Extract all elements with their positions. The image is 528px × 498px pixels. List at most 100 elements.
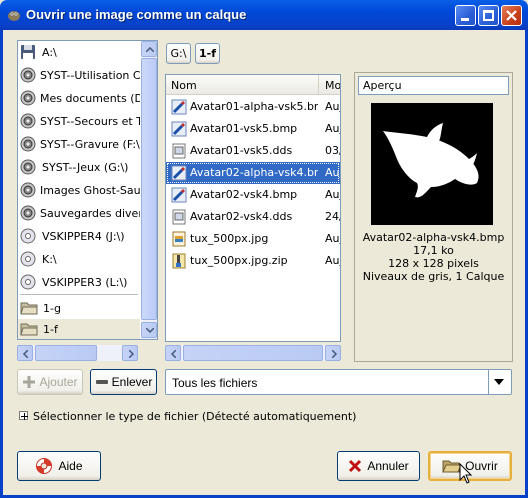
file-modified: Auj — [325, 254, 340, 267]
bookmark-item[interactable]: 1-g — [18, 298, 140, 318]
minimize-button[interactable] — [455, 5, 476, 26]
place-label: SYST--Jeux (G:\) — [42, 160, 129, 174]
file-list-hscrollbar[interactable] — [165, 345, 341, 361]
file-name: Avatar01-alpha-vsk5.bmp — [190, 100, 318, 113]
add-bookmark-button[interactable]: Ajouter — [17, 369, 83, 395]
file-name: tux_500px.jpg.zip — [190, 254, 288, 267]
minus-icon — [95, 380, 108, 384]
place-label: Images Ghost-Sauv — [40, 183, 140, 197]
bookmark-label: 1-g — [43, 301, 61, 315]
scroll-left-button[interactable] — [17, 345, 33, 361]
hard-drive-icon — [20, 67, 36, 83]
path-button-root[interactable]: G:\ — [166, 43, 191, 64]
place-item[interactable]: SYST--Secours et Te — [20, 110, 140, 132]
file-name: Avatar02-vsk4.dds — [190, 210, 293, 223]
file-modified: Auj — [325, 100, 340, 113]
bookmark-label: 1-f — [43, 322, 58, 336]
place-item[interactable]: Images Ghost-Sauv — [20, 179, 140, 201]
bmp-file-icon — [171, 165, 187, 181]
expand-plus-icon — [21, 413, 28, 420]
preview-panel: Aperçu Avatar02-alpha-vsk4.bmp 17,1 ko 1… — [354, 72, 513, 362]
remove-bookmark-button[interactable]: Enlever — [90, 369, 157, 395]
file-row[interactable]: Avatar02-alpha-vsk4.bmp Auj — [166, 162, 340, 184]
preview-thumbnail — [371, 103, 493, 225]
name-column-header[interactable]: Nom — [166, 75, 319, 95]
place-label: SYST--Secours et Te — [40, 114, 140, 128]
jpg-file-icon — [171, 231, 187, 247]
expander-toggle[interactable] — [19, 411, 28, 420]
hard-drive-icon — [20, 113, 36, 129]
chevron-right-icon — [332, 350, 337, 358]
place-item[interactable]: K:\ — [20, 248, 140, 270]
places-hscroll-thumb[interactable] — [35, 345, 97, 361]
places-vscrollbar[interactable] — [141, 41, 157, 339]
hard-drive-icon — [20, 205, 36, 221]
place-item[interactable]: Mes documents (D:\ — [20, 87, 140, 109]
hard-drive-icon — [20, 90, 36, 106]
place-item[interactable]: SYST--Utilisation Co — [20, 64, 140, 86]
cd-drive-icon — [20, 228, 38, 244]
file-type-expander-label[interactable]: Sélectionner le type de fichier (Détecté… — [33, 410, 356, 423]
chevron-left-icon — [171, 350, 176, 358]
scroll-down-button[interactable] — [141, 322, 157, 338]
file-row[interactable]: tux_500px.jpg Auj — [166, 228, 340, 250]
lifebuoy-icon — [36, 458, 53, 474]
places-hscrollbar[interactable] — [17, 345, 138, 361]
file-row[interactable]: Avatar01-vsk5.dds 03/ — [166, 140, 340, 162]
minimize-icon — [461, 18, 469, 21]
file-name: tux_500px.jpg — [190, 232, 269, 245]
file-filter-combo[interactable]: Tous les fichiers — [165, 369, 512, 395]
place-label: SYST--Utilisation Co — [40, 68, 140, 82]
plus-icon — [23, 376, 36, 388]
place-label: Sauvegardes divers — [40, 206, 140, 220]
bookmark-item[interactable]: 1-f — [18, 319, 140, 339]
place-label: K:\ — [42, 252, 57, 266]
file-row[interactable]: Avatar02-vsk4.dds 24/ — [166, 206, 340, 228]
file-list: Nom Mo Avatar01-alpha-vsk5.bmpAujAvatar0… — [165, 74, 341, 342]
file-row[interactable]: Avatar01-alpha-vsk5.bmp Auj — [166, 96, 340, 118]
maximize-button[interactable] — [478, 5, 499, 26]
place-item[interactable]: VSKIPPER3 (L:\) — [20, 271, 140, 293]
file-row[interactable]: Avatar01-vsk5.bmp Auj — [166, 118, 340, 140]
file-modified: Auj — [325, 122, 340, 135]
place-item[interactable]: Sauvegardes divers — [20, 202, 140, 224]
file-modified: 03/ — [325, 144, 340, 157]
modified-column-header[interactable]: Mo — [320, 75, 340, 95]
path-button-current[interactable]: 1-f — [195, 43, 220, 64]
scroll-right-button[interactable] — [122, 345, 138, 361]
file-name: Avatar02-alpha-vsk4.bmp — [190, 166, 318, 179]
places-scroll-thumb[interactable] — [141, 58, 157, 320]
dds-file-icon — [171, 209, 187, 225]
floppy-drive-icon — [20, 44, 38, 60]
dolphin-image — [383, 123, 479, 198]
cancel-button[interactable]: Annuler — [337, 451, 420, 481]
file-name: Avatar01-vsk5.bmp — [190, 122, 298, 135]
dds-file-icon — [171, 143, 187, 159]
places-separator — [20, 294, 138, 295]
gimp-app-icon — [8, 11, 20, 21]
close-button[interactable] — [501, 5, 522, 26]
place-label: A:\ — [42, 45, 57, 59]
scroll-left-button[interactable] — [165, 345, 181, 361]
file-filter-value: Tous les fichiers — [172, 376, 258, 390]
file-list-hscroll-thumb[interactable] — [183, 345, 323, 361]
file-modified: Auj — [325, 166, 340, 179]
chevron-down-icon — [146, 328, 154, 333]
file-modified: 24/ — [325, 210, 340, 223]
scroll-right-button[interactable] — [325, 345, 341, 361]
places-list: A:\ SYST--Utilisation Co Mes documents (D:… — [18, 41, 140, 339]
scroll-up-button[interactable] — [141, 41, 157, 57]
place-item[interactable]: SYST--Gravure (F:\) — [20, 133, 140, 155]
file-list-header: Nom Mo — [166, 75, 340, 95]
place-item[interactable]: SYST--Jeux (G:\) — [20, 156, 140, 178]
title-bar[interactable]: Ouvrir une image comme un calque — [0, 0, 528, 30]
help-button[interactable]: Aide — [17, 451, 101, 481]
chevron-left-icon — [23, 350, 28, 358]
place-item[interactable]: A:\ — [20, 41, 140, 63]
file-row[interactable]: tux_500px.jpg.zip Auj — [166, 250, 340, 272]
file-row[interactable]: Avatar02-vsk4.bmp Auj — [166, 184, 340, 206]
place-item[interactable]: VSKIPPER4 (J:\) — [20, 225, 140, 247]
place-label: VSKIPPER3 (L:\) — [42, 275, 128, 289]
zip-file-icon — [171, 253, 187, 269]
preview-size: 17,1 ko — [413, 244, 454, 257]
